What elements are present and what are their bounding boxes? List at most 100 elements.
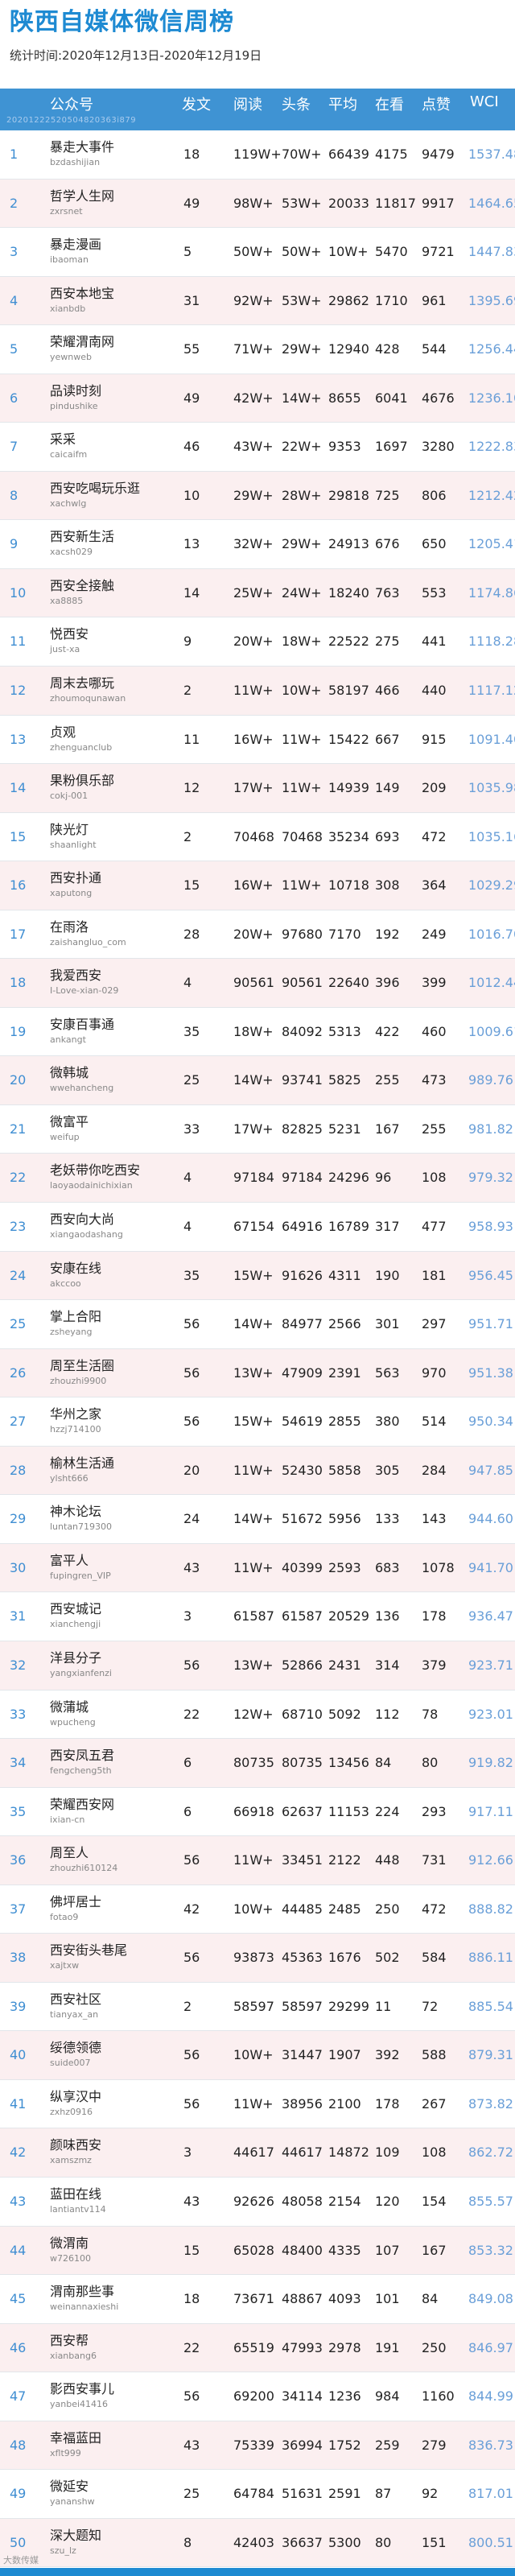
account-name[interactable]: 周至生活圈: [50, 1357, 114, 1375]
account-name[interactable]: 神木论坛: [50, 1503, 112, 1521]
table-row[interactable]: 40 绥德领德 suide007 56 10W+ 31447 1907 392 588 879.3…: [0, 2031, 515, 2080]
account-cell[interactable]: 深大题知 szu_lz: [50, 2527, 101, 2557]
table-row[interactable]: 15 陕光灯 shaanlight 2 70468 70468 35234 693 472 103…: [0, 812, 515, 862]
account-name[interactable]: 西安新生活: [50, 528, 114, 546]
account-name[interactable]: 微韩城: [50, 1064, 113, 1082]
account-cell[interactable]: 洋县分子 yangxianfenzi: [50, 1649, 112, 1680]
table-row[interactable]: 9 西安新生活 xacsh029 13 32W+ 29W+ 24913 676 650 1205.…: [0, 520, 515, 569]
table-row[interactable]: 38 西安街头巷尾 xajtxw 56 93873 45363 1676 502 584 886.…: [0, 1934, 515, 1983]
account-name[interactable]: 贞观: [50, 724, 112, 741]
account-cell[interactable]: 采采 caicaifm: [50, 431, 87, 461]
account-name[interactable]: 掌上合阳: [50, 1308, 101, 1326]
account-cell[interactable]: 榆林生活通 ylsht666: [50, 1455, 114, 1485]
account-name[interactable]: 幸福蓝田: [50, 2429, 101, 2447]
account-cell[interactable]: 绥德领德 suide007: [50, 2039, 101, 2070]
table-row[interactable]: 17 在雨洛 zaishangluo_com 28 20W+ 97680 7170 192 24…: [0, 910, 515, 960]
table-row[interactable]: 36 周至人 zhouzhi610124 56 11W+ 33451 2122 448 731 9…: [0, 1836, 515, 1885]
table-row[interactable]: 2 哲学人生网 zxrsnet 49 98W+ 53W+ 20033 11817 9917 146…: [0, 179, 515, 229]
table-row[interactable]: 42 颜味西安 xamszmz 3 44617 44617 14872 109 108 862.7…: [0, 2128, 515, 2178]
table-row[interactable]: 37 佛坪居士 fotao9 42 10W+ 44485 2485 250 472 888.82: [0, 1885, 515, 1934]
account-cell[interactable]: 悦西安 just-xa: [50, 625, 89, 656]
table-row[interactable]: 22 老妖带你吃西安 laoyaodainichixian 4 97184 97184 24…: [0, 1154, 515, 1203]
table-row[interactable]: 32 洋县分子 yangxianfenzi 56 13W+ 52866 2431 314 379…: [0, 1641, 515, 1690]
table-row[interactable]: 11 悦西安just-xa 9 20W+ 18W+ 22522 275 441 1118.28: [0, 617, 515, 667]
table-row[interactable]: 18 我爱西安 I-Love-xian-029 4 90561 90561 22640 396…: [0, 959, 515, 1008]
account-name[interactable]: 渭南那些事: [50, 2283, 118, 2301]
account-name[interactable]: 佛坪居士: [50, 1893, 101, 1911]
account-name[interactable]: 纵享汉中: [50, 2088, 101, 2106]
account-cell[interactable]: 微韩城 wwehancheng: [50, 1064, 113, 1095]
table-row[interactable]: 21 微富平 weifup 33 17W+ 82825 5231 167 255 981.82: [0, 1104, 515, 1154]
table-row[interactable]: 27 华州之家 hzzj714100 56 15W+ 54619 2855 380 514 950…: [0, 1397, 515, 1447]
table-row[interactable]: 50 深大题知 szu_lz 8 42403 36637 5300 80 151 800.51: [0, 2518, 515, 2568]
table-row[interactable]: 44 微渭南 w726100 15 65028 48400 4335 107 167 853.32: [0, 2226, 515, 2276]
account-name[interactable]: 西安城记: [50, 1600, 101, 1618]
account-name[interactable]: 陕光灯: [50, 821, 97, 839]
account-name[interactable]: 暴走漫画: [50, 236, 101, 254]
account-name[interactable]: 老妖带你吃西安: [50, 1162, 140, 1179]
account-name[interactable]: 微蒲城: [50, 1699, 96, 1716]
account-cell[interactable]: 西安城记 xianchengji: [50, 1600, 101, 1631]
account-cell[interactable]: 微延安 yananshw: [50, 2478, 95, 2508]
account-name[interactable]: 华州之家: [50, 1406, 101, 1423]
account-name[interactable]: 西安全接触: [50, 577, 114, 595]
account-cell[interactable]: 西安全接触 xa8885: [50, 577, 114, 608]
table-row[interactable]: 25 掌上合阳 zsheyang 56 14W+ 84977 2566 301 297 951.7…: [0, 1300, 515, 1349]
table-row[interactable]: 26 周至生活圈 zhouzhi9900 56 13W+ 47909 2391 563 970 9…: [0, 1348, 515, 1398]
account-cell[interactable]: 安康在线 akccoo: [50, 1260, 101, 1290]
table-row[interactable]: 6 品读时刻 pindushike 49 42W+ 14W+ 8655 6041 4676 123…: [0, 374, 515, 423]
table-row[interactable]: 24 安康在线 akccoo 35 15W+ 91626 4311 190 181 956.45: [0, 1251, 515, 1301]
table-row[interactable]: 1 暴走大事件 bzdashijian 18 119W+ 70W+ 66439 4175 947…: [0, 130, 515, 180]
table-row[interactable]: 33 微蒲城 wpucheng 22 12W+ 68710 5092 112 78 923.01: [0, 1690, 515, 1740]
table-row[interactable]: 20 微韩城 wwehancheng 25 14W+ 93741 5825 255 473 989…: [0, 1056, 515, 1105]
account-cell[interactable]: 果粉俱乐部 cokj-001: [50, 772, 114, 803]
account-name[interactable]: 颜味西安: [50, 2136, 101, 2154]
table-row[interactable]: 46 西安帮 xianbang6 22 65519 47993 2978 191 250 846.…: [0, 2323, 515, 2373]
table-row[interactable]: 45 渭南那些事 weinannaxieshi 18 73671 48867 4093 101…: [0, 2275, 515, 2324]
table-row[interactable]: 4 西安本地宝 xianbdb 31 92W+ 53W+ 29862 1710 961 1395.…: [0, 276, 515, 326]
account-cell[interactable]: 西安扑通 xaputong: [50, 869, 101, 900]
account-name[interactable]: 深大题知: [50, 2527, 101, 2545]
account-name[interactable]: 西安本地宝: [50, 285, 114, 303]
account-cell[interactable]: 华州之家 hzzj714100: [50, 1406, 101, 1436]
account-cell[interactable]: 幸福蓝田 xflt999: [50, 2429, 101, 2460]
account-name[interactable]: 微富平: [50, 1113, 89, 1131]
account-name[interactable]: 西安凤五君: [50, 1747, 114, 1765]
table-row[interactable]: 29 神木论坛 luntan719300 24 14W+ 51672 5956 133 143 9…: [0, 1495, 515, 1544]
account-cell[interactable]: 西安社区 tianyax_an: [50, 1991, 101, 2021]
account-name[interactable]: 微渭南: [50, 2235, 91, 2252]
table-row[interactable]: 23 西安向大尚 xiangaodashang 4 67154 64916 16789 317…: [0, 1203, 515, 1252]
account-cell[interactable]: 佛坪居士 fotao9: [50, 1893, 101, 1924]
account-cell[interactable]: 掌上合阳 zsheyang: [50, 1308, 101, 1339]
account-cell[interactable]: 蓝田在线 lantiantv114: [50, 2186, 106, 2216]
account-name[interactable]: 果粉俱乐部: [50, 772, 114, 790]
account-name[interactable]: 洋县分子: [50, 1649, 112, 1667]
account-cell[interactable]: 周末去哪玩 zhoumoqunawan: [50, 675, 126, 705]
account-cell[interactable]: 周至人 zhouzhi610124: [50, 1844, 117, 1875]
account-cell[interactable]: 西安向大尚 xiangaodashang: [50, 1211, 123, 1241]
account-cell[interactable]: 微渭南 w726100: [50, 2235, 91, 2265]
account-cell[interactable]: 在雨洛 zaishangluo_com: [50, 919, 126, 949]
account-name[interactable]: 周末去哪玩: [50, 675, 126, 692]
account-cell[interactable]: 渭南那些事 weinannaxieshi: [50, 2283, 118, 2314]
table-row[interactable]: 48 幸福蓝田 xflt999 43 75339 36994 1752 259 279 836.7…: [0, 2421, 515, 2471]
table-row[interactable]: 28 榆林生活通 ylsht666 20 11W+ 52430 5858 305 284 947.…: [0, 1446, 515, 1496]
account-name[interactable]: 西安街头巷尾: [50, 1942, 127, 1959]
account-name[interactable]: 悦西安: [50, 625, 89, 643]
account-name[interactable]: 西安社区: [50, 1991, 101, 2008]
table-row[interactable]: 12 周末去哪玩 zhoumoqunawan 2 11W+ 10W+ 58197 466 440…: [0, 667, 515, 716]
account-name[interactable]: 西安扑通: [50, 869, 101, 887]
table-row[interactable]: 16 西安扑通 xaputong 15 16W+ 11W+ 10718 308 364 1029.…: [0, 861, 515, 910]
account-cell[interactable]: 品读时刻 pindushike: [50, 382, 101, 413]
table-row[interactable]: 47 影西安事儿 yanbei41416 56 69200 34114 1236 984 116…: [0, 2372, 515, 2421]
table-row[interactable]: 19 安康百事通 ankangt 35 18W+ 84092 5313 422 460 1009.…: [0, 1007, 515, 1057]
table-row[interactable]: 39 西安社区 tianyax_an 2 58597 58597 29299 11 72 885.…: [0, 1982, 515, 2032]
table-row[interactable]: 5 荣耀渭南网 yewnweb 55 71W+ 29W+ 12940 428 544 1256.4…: [0, 325, 515, 374]
account-cell[interactable]: 暴走漫画 ibaoman: [50, 236, 101, 266]
account-cell[interactable]: 老妖带你吃西安 laoyaodainichixian: [50, 1162, 140, 1192]
account-cell[interactable]: 西安新生活 xacsh029: [50, 528, 114, 559]
table-row[interactable]: 35 荣耀西安网 ixian-cn 6 66918 62637 11153 224 293 917…: [0, 1787, 515, 1837]
account-name[interactable]: 在雨洛: [50, 919, 126, 936]
table-row[interactable]: 34 西安凤五君 fengcheng5th 6 80735 80735 13456 84 80 9…: [0, 1739, 515, 1788]
account-cell[interactable]: 周至生活圈 zhouzhi9900: [50, 1357, 114, 1388]
